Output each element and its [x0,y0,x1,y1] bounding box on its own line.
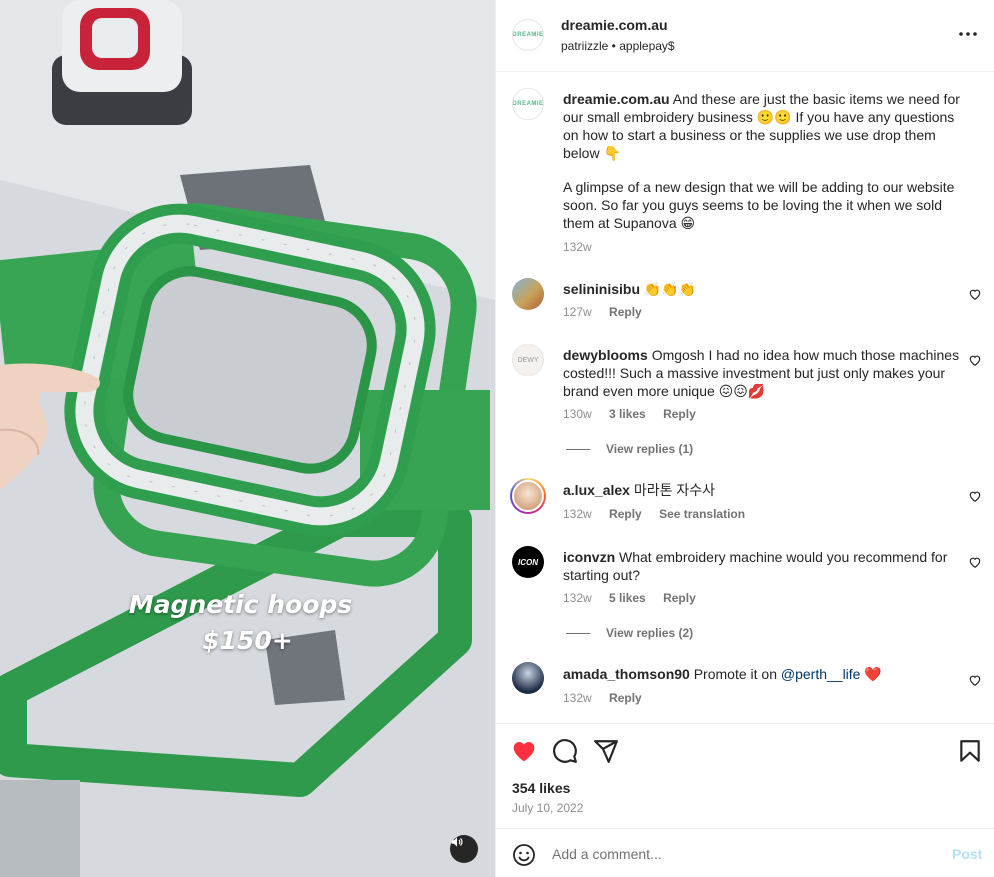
post-date[interactable]: July 10, 2022 [512,801,583,815]
comment-username[interactable]: iconvzn [563,549,615,565]
logo-text: DREAMIE [512,101,544,107]
comment-meta: 130w 3 likes Reply [563,407,710,421]
view-replies-button[interactable]: View replies (1) [566,442,693,456]
caption-username[interactable]: dreamie.com.au [563,91,670,107]
caption-time[interactable]: 132w [563,240,592,254]
comment-username[interactable]: amada_thomson90 [563,666,690,682]
likes-count[interactable]: 354 likes [512,780,570,796]
comment-time[interactable]: 132w [563,507,592,521]
comment-content: 👏👏👏 [643,281,697,297]
comment-content: Promote it on [693,666,777,682]
save-bookmark-icon[interactable] [957,738,983,764]
sound-toggle-button[interactable] [450,835,478,863]
media-image [0,0,495,877]
caption-meta: 132w [563,240,606,254]
comment-like-icon[interactable] [968,287,982,301]
reply-button[interactable]: Reply [663,407,696,421]
caption-part2: A glimpse of a new design that we will b… [563,179,955,231]
comment-emoji: ❤️ [864,666,882,682]
media-caption-line1: Magnetic hoops [128,590,353,619]
comment-username[interactable]: selininisibu [563,281,640,297]
commenter-avatar[interactable]: DEWY [512,344,544,376]
post-details-panel: DREAMIE dreamie.com.au patriizzle • appl… [495,0,994,877]
post-actions: 354 likes July 10, 2022 [496,723,994,828]
commenter-avatar[interactable] [512,278,544,310]
comment-icon[interactable] [552,738,578,764]
reply-button[interactable]: Reply [609,691,642,705]
replies-line [566,448,590,450]
commenter-avatar[interactable] [512,662,544,694]
logo-text: DREAMIE [512,32,544,38]
author-avatar[interactable]: DREAMIE [512,19,544,51]
share-send-icon[interactable] [593,738,619,764]
comment-time[interactable]: 130w [563,407,592,421]
avatar-text: ICON [518,557,538,567]
comment-time[interactable]: 127w [563,305,592,319]
comment-time[interactable]: 132w [563,691,592,705]
comment-text: a.lux_alex 마라톤 자수사 [563,481,963,499]
comment-mention-link[interactable]: @perth__life [781,666,861,682]
view-replies-label: View replies (2) [606,626,694,640]
more-horizontal-icon [959,32,977,36]
author-subtitle[interactable]: patriizzle • applepay$ [561,39,675,53]
comment-username[interactable]: dewyblooms [563,347,648,363]
comment-time[interactable]: 132w [563,591,592,605]
caption-text: dreamie.com.au And these are just the ba… [563,90,963,162]
comment-likes[interactable]: 5 likes [609,591,646,605]
post-comment-button[interactable]: Post [952,846,982,862]
view-replies-button[interactable]: View replies (2) [566,626,693,640]
comment-text: selininisibu 👏👏👏 [563,280,963,298]
comment-like-icon[interactable] [968,673,982,687]
add-comment-bar: Post [496,828,994,877]
commenter-avatar[interactable]: ICON [512,546,544,578]
comment-meta: 132w Reply See translation [563,507,759,521]
reply-button[interactable]: Reply [609,507,642,521]
comment-username[interactable]: a.lux_alex [563,482,630,498]
like-heart-icon[interactable] [511,738,537,764]
comment-likes[interactable]: 3 likes [609,407,646,421]
comment-like-icon[interactable] [968,353,982,367]
replies-line [566,632,590,634]
see-translation-button[interactable]: See translation [659,507,745,521]
post-header: DREAMIE dreamie.com.au patriizzle • appl… [496,0,994,72]
comment-meta: 127w Reply [563,305,656,319]
comment-meta: 132w Reply [563,691,656,705]
comment-meta: 132w 5 likes Reply [563,591,710,605]
comment-content: What embroidery machine would you recomm… [563,549,948,583]
comment-text: dewyblooms Omgosh I had no idea how much… [563,346,963,400]
commenter-avatar-story[interactable] [510,478,546,514]
comment-text: iconvzn What embroidery machine would yo… [563,548,963,584]
more-options-button[interactable] [958,24,978,44]
reply-button[interactable]: Reply [663,591,696,605]
comment-content: 마라톤 자수사 [633,482,715,498]
caption-avatar[interactable]: DREAMIE [512,88,544,120]
view-replies-label: View replies (1) [606,442,694,456]
comment-like-icon[interactable] [968,555,982,569]
post-media[interactable]: Magnetic hoops $150+ [0,0,495,877]
comment-like-icon[interactable] [968,489,982,503]
avatar-image [512,480,544,512]
speaker-icon [451,837,463,847]
comments-list[interactable]: DREAMIE dreamie.com.au And these are jus… [496,72,994,723]
emoji-picker-icon[interactable] [512,843,536,867]
comment-text: amada_thomson90 Promote it on @perth__li… [563,665,963,683]
reply-button[interactable]: Reply [609,305,642,319]
author-username[interactable]: dreamie.com.au [561,17,668,33]
avatar-text: DEWY [517,356,539,364]
comment-input[interactable] [552,842,932,866]
media-caption-line2: $150+ [202,626,293,655]
